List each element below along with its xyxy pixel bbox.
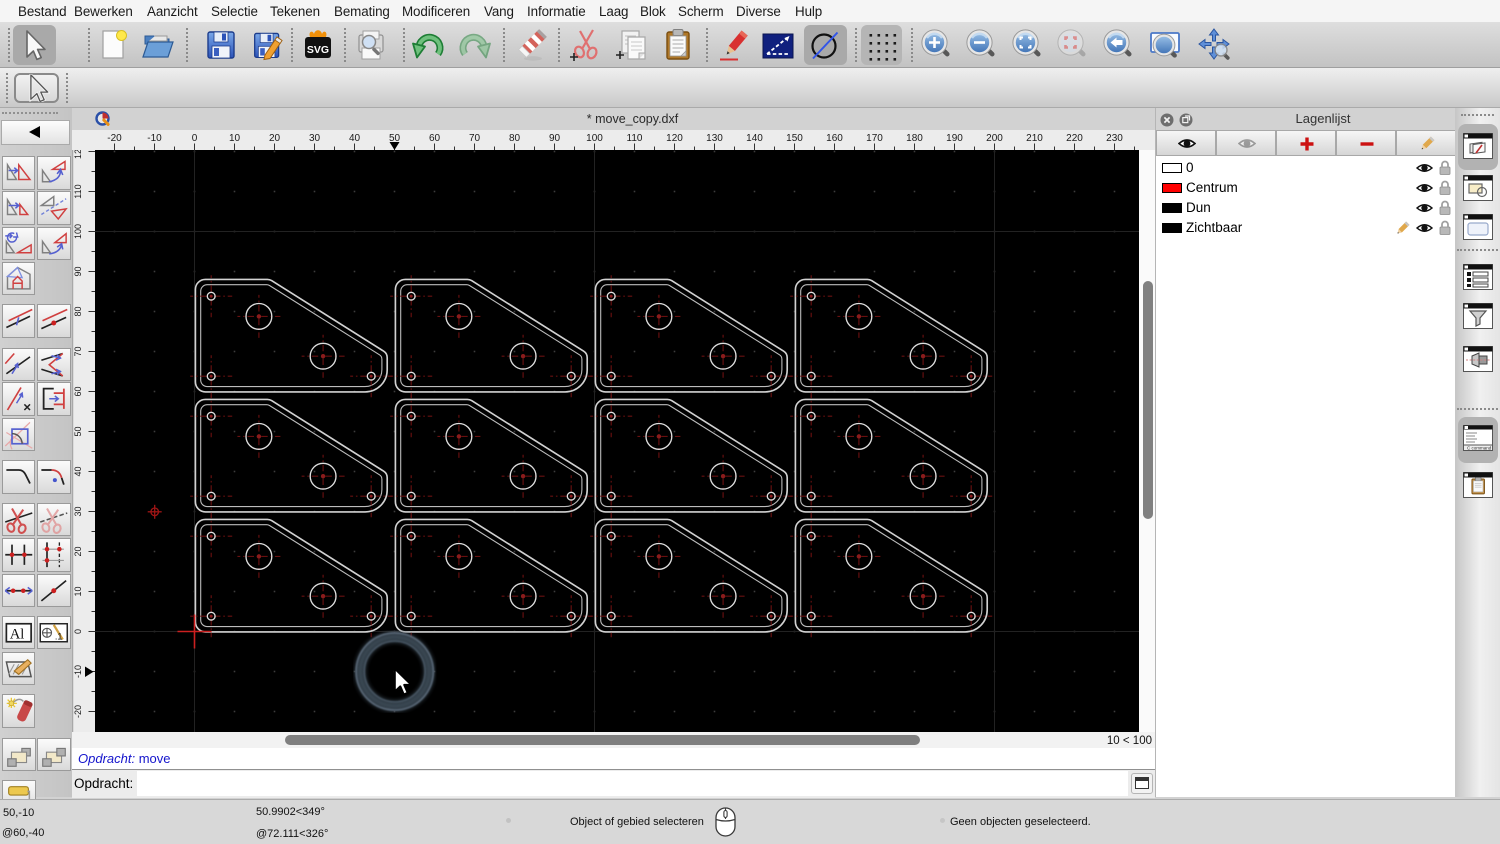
svg-text:20: 20	[73, 546, 83, 556]
svg-text:150: 150	[786, 133, 803, 144]
svg-text:70: 70	[73, 346, 83, 356]
svg-text:-10: -10	[73, 665, 83, 678]
svg-text:230: 230	[1106, 133, 1123, 144]
svg-text:30: 30	[309, 133, 321, 144]
svg-text:220: 220	[1066, 133, 1083, 144]
svg-text:100: 100	[73, 224, 83, 239]
svg-text:0: 0	[192, 133, 198, 144]
svg-text:160: 160	[826, 133, 843, 144]
svg-text:90: 90	[73, 266, 83, 276]
svg-text:-20: -20	[73, 705, 83, 718]
svg-text:40: 40	[73, 466, 83, 476]
svg-text:190: 190	[946, 133, 963, 144]
svg-text:140: 140	[746, 133, 763, 144]
svg-text:120: 120	[73, 150, 83, 159]
svg-text:90: 90	[549, 133, 561, 144]
svg-text:-20: -20	[107, 133, 122, 144]
svg-text:130: 130	[706, 133, 723, 144]
svg-text:120: 120	[666, 133, 683, 144]
svg-text:50: 50	[73, 426, 83, 436]
svg-text:110: 110	[73, 184, 83, 198]
svg-text:C command: C command	[1467, 446, 1492, 451]
svg-text:60: 60	[429, 133, 441, 144]
svg-text:80: 80	[509, 133, 521, 144]
svg-text:200: 200	[986, 133, 1003, 144]
svg-text:10: 10	[229, 133, 241, 144]
svg-text:80: 80	[73, 306, 83, 316]
svg-text:210: 210	[1026, 133, 1043, 144]
svg-text:Al: Al	[9, 626, 24, 642]
svg-text:70: 70	[469, 133, 481, 144]
svg-text:30: 30	[73, 506, 83, 516]
svg-text:20: 20	[269, 133, 281, 144]
svg-text:-10: -10	[147, 133, 162, 144]
svg-text:0: 0	[73, 629, 83, 634]
svg-text:10: 10	[73, 586, 83, 596]
svg-text:100: 100	[586, 133, 603, 144]
svg-text:170: 170	[866, 133, 883, 144]
svg-text:.1: .1	[55, 631, 63, 641]
svg-text:180: 180	[906, 133, 923, 144]
svg-text:110: 110	[627, 133, 643, 144]
svg-text:60: 60	[73, 386, 83, 396]
svg-text:40: 40	[349, 133, 361, 144]
